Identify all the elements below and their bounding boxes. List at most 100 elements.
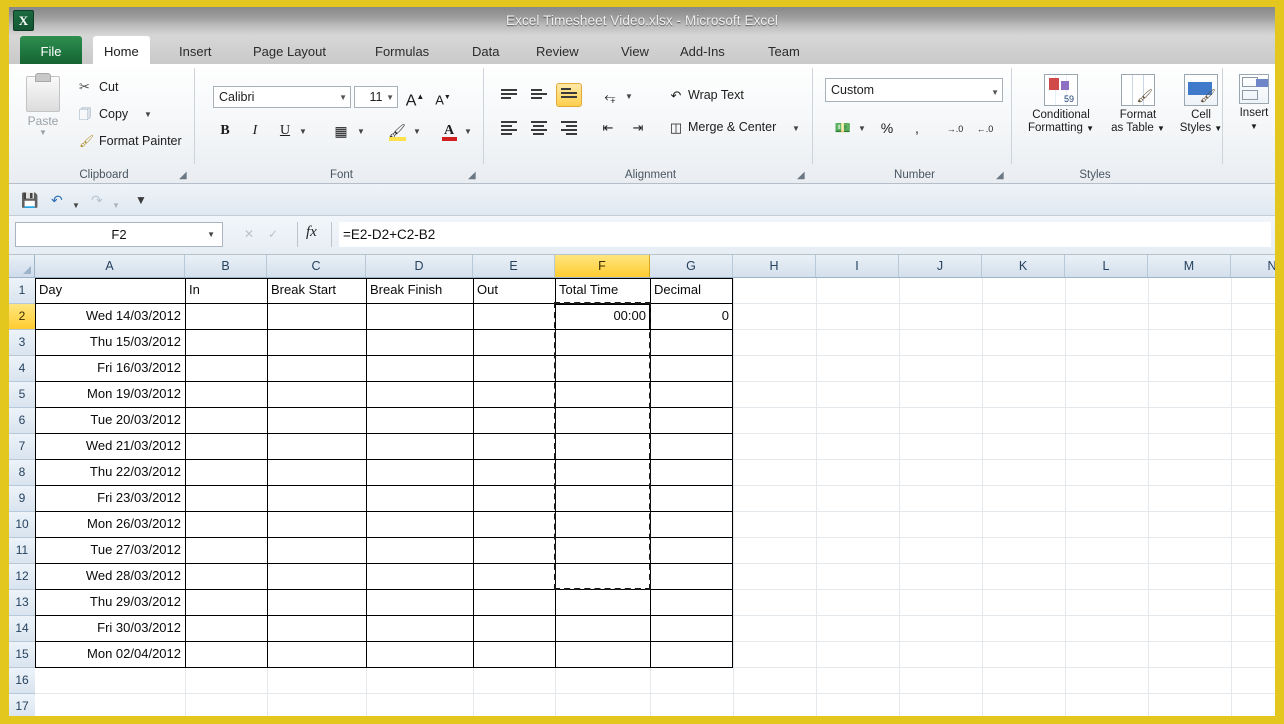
paste-caret-icon[interactable]: ▼ — [19, 128, 67, 137]
format-painter-button[interactable]: Format Painter — [99, 131, 182, 151]
row-header-17[interactable]: 17 — [9, 694, 35, 716]
italic-button[interactable]: I — [243, 119, 267, 143]
borders-caret-icon[interactable]: ▼ — [357, 127, 365, 136]
middle-align-icon[interactable] — [526, 84, 552, 108]
cut-button[interactable]: Cut — [99, 77, 118, 97]
cell-A11[interactable]: Tue 27/03/2012 — [35, 538, 185, 564]
column-header-F[interactable]: F — [555, 255, 650, 277]
underline-button[interactable]: U — [273, 119, 297, 143]
name-box[interactable]: F2 ▼ — [15, 222, 223, 247]
increase-decimal-icon[interactable]: →.0 — [943, 116, 967, 140]
tab-insert[interactable]: Insert — [168, 36, 223, 64]
cell-A12[interactable]: Wed 28/03/2012 — [35, 564, 185, 590]
cell-A10[interactable]: Mon 26/03/2012 — [35, 512, 185, 538]
row-header-13[interactable]: 13 — [9, 590, 35, 616]
font-color-icon[interactable]: A — [437, 119, 461, 143]
cell-A14[interactable]: Fri 30/03/2012 — [35, 616, 185, 642]
tab-data[interactable]: Data — [461, 36, 510, 64]
decrease-indent-icon[interactable]: ⇤ — [596, 116, 620, 140]
cell-A5[interactable]: Mon 19/03/2012 — [35, 382, 185, 408]
column-header-L[interactable]: L — [1065, 255, 1148, 277]
percent-style-button[interactable]: % — [875, 116, 899, 140]
accounting-caret-icon[interactable]: ▼ — [858, 124, 866, 133]
align-left-icon[interactable] — [496, 116, 522, 140]
paste-button[interactable]: Paste ▼ — [19, 72, 67, 150]
cell-A7[interactable]: Wed 21/03/2012 — [35, 434, 185, 460]
number-format-caret-icon[interactable]: ▼ — [991, 82, 999, 104]
save-icon[interactable]: 💾 — [21, 190, 38, 210]
column-header-H[interactable]: H — [733, 255, 816, 277]
row-header-11[interactable]: 11 — [9, 538, 35, 564]
cell-A8[interactable]: Thu 22/03/2012 — [35, 460, 185, 486]
cell-C1[interactable]: Break Start — [267, 278, 366, 304]
column-header-N[interactable]: N — [1231, 255, 1275, 277]
row-header-8[interactable]: 8 — [9, 460, 35, 486]
tab-page-layout[interactable]: Page Layout — [242, 36, 337, 64]
undo-caret-icon[interactable]: ▼ — [72, 196, 80, 216]
fill-color-caret-icon[interactable]: ▼ — [413, 127, 421, 136]
row-header-1[interactable]: 1 — [9, 278, 35, 304]
tab-review[interactable]: Review — [525, 36, 590, 64]
font-size-caret-icon[interactable]: ▼ — [386, 88, 394, 108]
row-header-3[interactable]: 3 — [9, 330, 35, 356]
cell-F2[interactable]: 00:00 — [555, 304, 650, 330]
column-header-K[interactable]: K — [982, 255, 1065, 277]
accounting-format-icon[interactable]: 💵 — [831, 116, 855, 140]
insert-caret-icon[interactable]: ▼ — [1225, 120, 1275, 133]
cell-A15[interactable]: Mon 02/04/2012 — [35, 642, 185, 668]
column-header-J[interactable]: J — [899, 255, 982, 277]
font-dialog-launcher-icon[interactable]: ◢ — [468, 170, 479, 181]
row-header-9[interactable]: 9 — [9, 486, 35, 512]
font-color-caret-icon[interactable]: ▼ — [464, 127, 472, 136]
cell-A4[interactable]: Fri 16/03/2012 — [35, 356, 185, 382]
clipboard-dialog-launcher-icon[interactable]: ◢ — [179, 170, 190, 181]
top-align-icon[interactable] — [496, 84, 522, 108]
formula-input[interactable]: =E2-D2+C2-B2 — [339, 222, 1271, 247]
row-header-7[interactable]: 7 — [9, 434, 35, 460]
customize-qat-icon[interactable]: ▼ — [135, 190, 147, 210]
wrap-text-button[interactable]: Wrap Text — [688, 85, 744, 105]
row-header-6[interactable]: 6 — [9, 408, 35, 434]
cell-A3[interactable]: Thu 15/03/2012 — [35, 330, 185, 356]
row-header-10[interactable]: 10 — [9, 512, 35, 538]
cell-E1[interactable]: Out — [473, 278, 555, 304]
cell-A1[interactable]: Day — [35, 278, 185, 304]
row-header-4[interactable]: 4 — [9, 356, 35, 382]
tab-file[interactable]: File — [20, 36, 82, 64]
font-name-caret-icon[interactable]: ▼ — [339, 88, 347, 108]
cell-G1[interactable]: Decimal — [650, 278, 733, 304]
select-all-corner[interactable] — [9, 255, 35, 277]
alignment-dialog-launcher-icon[interactable]: ◢ — [797, 170, 808, 181]
cell-F1[interactable]: Total Time — [555, 278, 650, 304]
row-header-12[interactable]: 12 — [9, 564, 35, 590]
tab-add-ins[interactable]: Add-Ins — [669, 36, 736, 64]
font-size-input[interactable]: 11 ▼ — [354, 86, 398, 108]
borders-icon[interactable]: ▦ — [329, 119, 353, 143]
column-header-D[interactable]: D — [366, 255, 473, 277]
column-header-E[interactable]: E — [473, 255, 555, 277]
tab-view[interactable]: View — [610, 36, 660, 64]
cell-A13[interactable]: Thu 29/03/2012 — [35, 590, 185, 616]
insert-cells-button[interactable]: Insert ▼ — [1225, 72, 1275, 133]
copy-button[interactable]: Copy — [99, 104, 128, 124]
name-box-caret-icon[interactable]: ▼ — [207, 223, 215, 246]
column-header-I[interactable]: I — [816, 255, 899, 277]
row-header-5[interactable]: 5 — [9, 382, 35, 408]
column-header-A[interactable]: A — [35, 255, 185, 277]
column-header-M[interactable]: M — [1148, 255, 1231, 277]
merge-center-caret-icon[interactable]: ▼ — [792, 124, 800, 133]
number-format-select[interactable]: Custom ▼ — [825, 78, 1003, 102]
cell-A6[interactable]: Tue 20/03/2012 — [35, 408, 185, 434]
orientation-icon[interactable]: ⥆ — [598, 84, 622, 108]
row-header-2[interactable]: 2 — [9, 304, 35, 330]
bottom-align-icon[interactable] — [556, 83, 582, 107]
column-header-G[interactable]: G — [650, 255, 733, 277]
column-header-B[interactable]: B — [185, 255, 267, 277]
cell-A9[interactable]: Fri 23/03/2012 — [35, 486, 185, 512]
row-header-15[interactable]: 15 — [9, 642, 35, 668]
insert-function-icon[interactable]: fx — [306, 224, 317, 241]
font-name-input[interactable]: Calibri ▼ — [213, 86, 351, 108]
tab-team[interactable]: Team — [757, 36, 811, 64]
cell-G2[interactable]: 0 — [650, 304, 733, 330]
grow-font-button[interactable]: A▲ — [403, 85, 427, 109]
